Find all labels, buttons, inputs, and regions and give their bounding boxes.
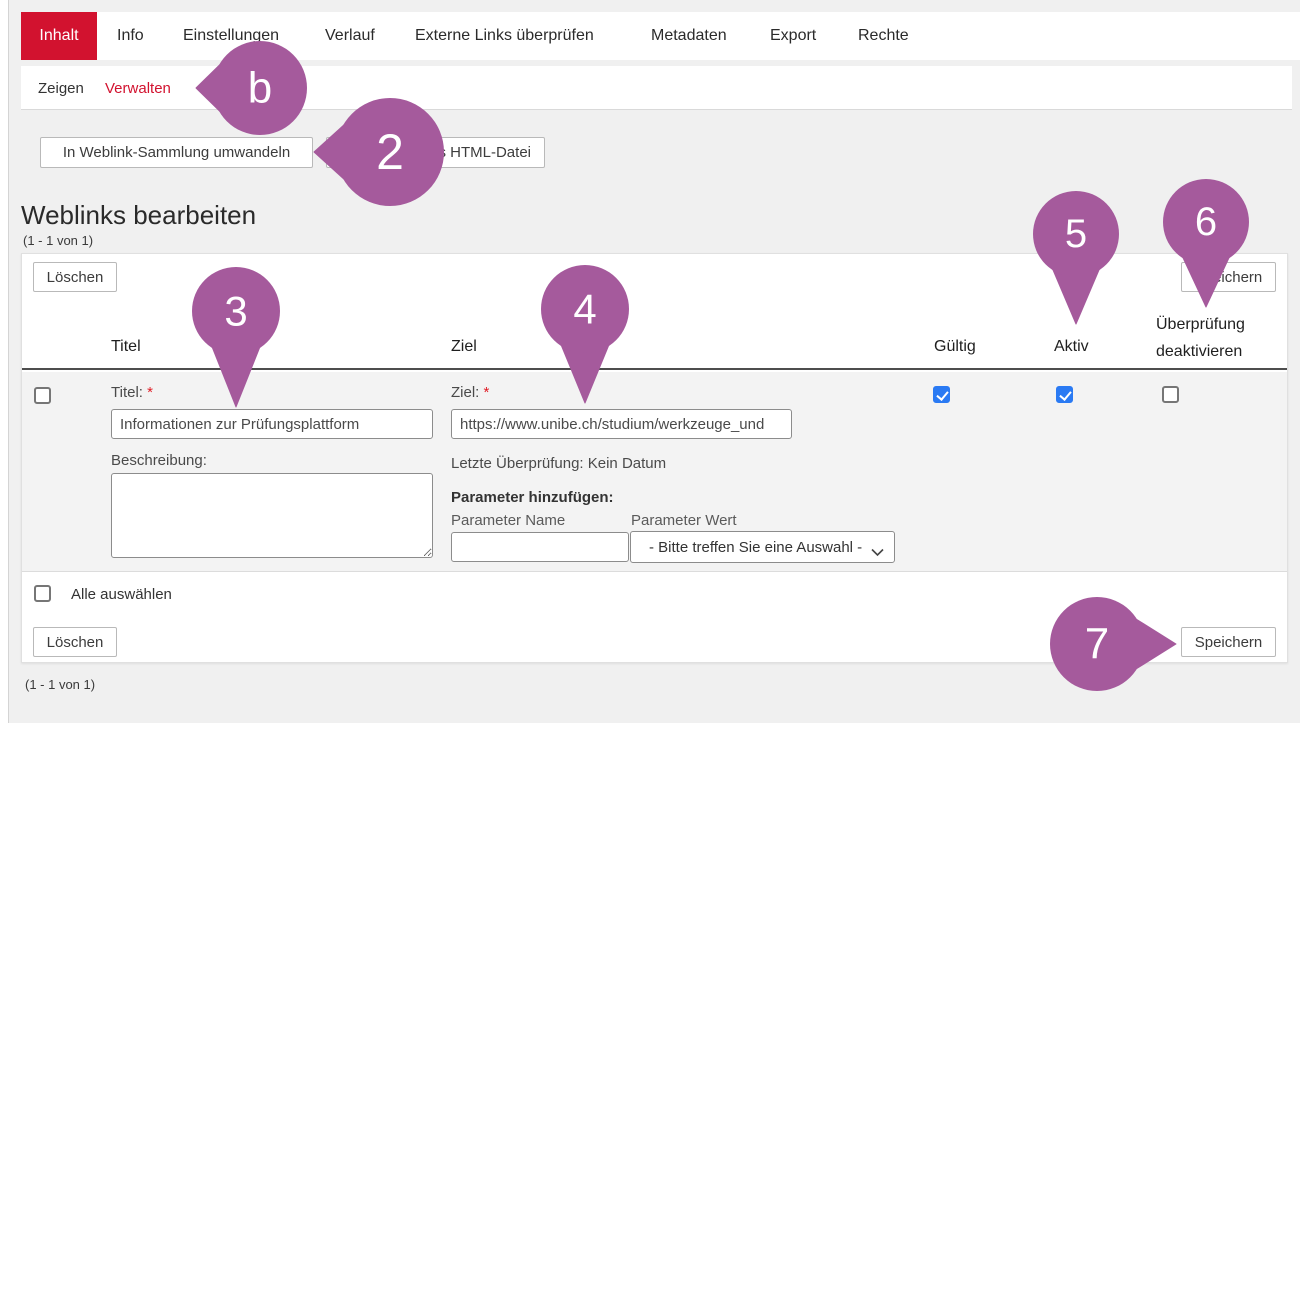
tab-verlauf[interactable]: Verlauf — [325, 12, 375, 60]
ziel-required-mark: * — [484, 384, 490, 401]
tab-verlauf-label: Verlauf — [325, 27, 375, 45]
save-button-top[interactable]: Speichern — [1181, 262, 1276, 292]
result-count-bottom: (1 - 1 von 1) — [25, 677, 95, 692]
aktiv-checkbox[interactable] — [1056, 386, 1073, 403]
save-button-bottom[interactable]: Speichern — [1181, 627, 1276, 657]
tab-rechte[interactable]: Rechte — [858, 12, 909, 60]
parameter-name-input[interactable] — [451, 532, 629, 562]
subtab-verwalten-label: Verwalten — [105, 80, 171, 97]
parameter-wert-selected-option: - Bitte treffen Sie eine Auswahl - — [631, 539, 862, 556]
result-count-top: (1 - 1 von 1) — [23, 233, 93, 248]
ziel-input[interactable] — [451, 409, 792, 439]
weblinks-table: Löschen Speichern Titel Ziel Gültig Akti… — [21, 253, 1288, 663]
tab-inhalt[interactable]: Inhalt — [21, 12, 97, 60]
delete-button-top[interactable]: Löschen — [33, 262, 117, 292]
page-title: Weblinks bearbeiten — [21, 200, 256, 231]
letzte-ueberpruefung-text: Letzte Überprüfung: Kein Datum — [451, 455, 666, 472]
column-ziel: Ziel — [451, 338, 477, 356]
titel-required-mark: * — [147, 384, 153, 401]
parameter-hinzufuegen-heading: Parameter hinzufügen: — [451, 489, 614, 506]
tab-info-label: Info — [117, 27, 144, 45]
ziel-field-label: Ziel: * — [451, 384, 489, 401]
subtab-verwalten[interactable]: Verwalten — [105, 66, 171, 110]
tab-externe-links-label: Externe Links überprüfen — [415, 27, 594, 45]
column-gueltig: Gültig — [934, 338, 976, 356]
delete-button-bottom[interactable]: Löschen — [33, 627, 117, 657]
gueltig-checkbox[interactable] — [933, 386, 950, 403]
ueberpruefung-deaktivieren-checkbox[interactable] — [1162, 386, 1179, 403]
save-as-html-file-button[interactable]: s HTML-Datei — [326, 137, 545, 168]
main-tab-bar: Inhalt Info Einstellungen Verlauf Extern… — [21, 12, 1300, 60]
table-header: Löschen Speichern Titel Ziel Gültig Akti… — [22, 254, 1287, 370]
column-ueberpruefung-deaktivieren: Überprüfung deaktivieren — [1156, 311, 1281, 365]
subtab-zeigen[interactable]: Zeigen — [38, 66, 84, 110]
column-aktiv: Aktiv — [1054, 338, 1089, 356]
tab-export-label: Export — [770, 27, 816, 45]
parameter-name-label: Parameter Name — [451, 512, 565, 529]
titel-label-text: Titel: — [111, 384, 143, 401]
column-titel: Titel — [111, 338, 141, 356]
table-row: Titel: * Beschreibung: Ziel: * Letzte Üb… — [22, 372, 1287, 572]
beschreibung-label: Beschreibung: — [111, 452, 207, 469]
tab-externe-links[interactable]: Externe Links überprüfen — [415, 12, 594, 60]
titel-input[interactable] — [111, 409, 433, 439]
chevron-down-icon — [871, 544, 884, 561]
screen: Inhalt Info Einstellungen Verlauf Extern… — [0, 0, 1300, 1300]
tab-export[interactable]: Export — [770, 12, 816, 60]
parameter-wert-select[interactable]: - Bitte treffen Sie eine Auswahl - — [630, 531, 895, 563]
tab-metadaten[interactable]: Metadaten — [651, 12, 727, 60]
table-footer: Alle auswählen Löschen Speichern — [22, 572, 1287, 662]
select-all-label: Alle auswählen — [71, 586, 172, 603]
tab-inhalt-label: Inhalt — [39, 27, 78, 45]
tab-rechte-label: Rechte — [858, 27, 909, 45]
ziel-label-text: Ziel: — [451, 384, 479, 401]
row-select-checkbox[interactable] — [34, 387, 51, 404]
titel-field-label: Titel: * — [111, 384, 153, 401]
convert-to-weblink-collection-button[interactable]: In Weblink-Sammlung umwandeln — [40, 137, 313, 168]
tab-metadaten-label: Metadaten — [651, 27, 727, 45]
tab-einstellungen[interactable]: Einstellungen — [183, 12, 279, 60]
select-all-checkbox[interactable] — [34, 585, 51, 602]
tab-einstellungen-label: Einstellungen — [183, 27, 279, 45]
sub-tab-bar: Zeigen Verwalten — [21, 66, 1292, 110]
subtab-zeigen-label: Zeigen — [38, 80, 84, 97]
beschreibung-textarea[interactable] — [111, 473, 433, 558]
tab-info[interactable]: Info — [117, 12, 144, 60]
parameter-wert-label: Parameter Wert — [631, 512, 737, 529]
